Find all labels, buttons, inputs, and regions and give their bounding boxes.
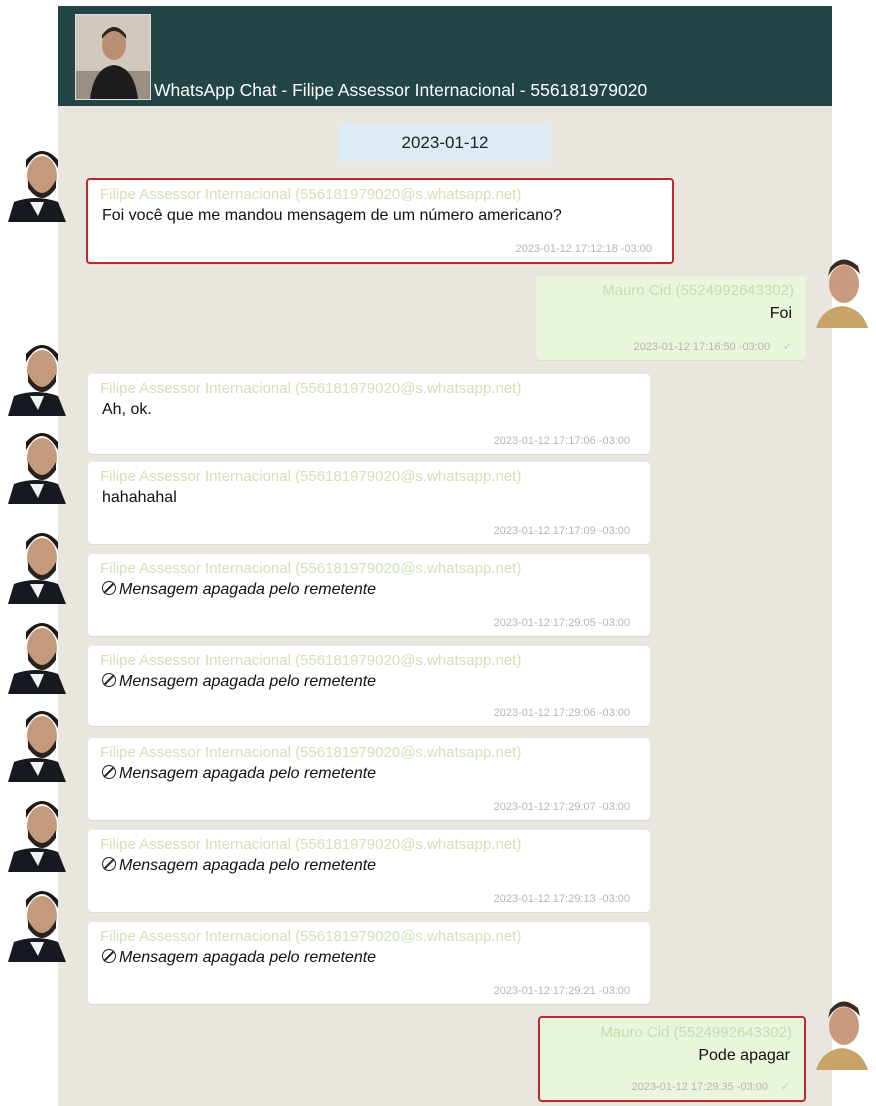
ban-icon	[102, 581, 116, 595]
message-timestamp: 2023-01-12 17:29:05 -03:00	[493, 617, 630, 629]
message-bubble[interactable]: Filipe Assessor Internacional (556181979…	[88, 922, 650, 1004]
sender-avatar	[8, 790, 66, 872]
message-timestamp: 2023-01-12 17:29:06 -03:00	[493, 707, 630, 719]
message-timestamp: 2023-01-12 17:17:06 -03:00	[493, 435, 630, 447]
message-timestamp: 2023-01-12 17:29:07 -03:00	[493, 801, 630, 813]
ban-icon	[102, 673, 116, 687]
message-timestamp: 2023-01-12 17:29:21 -03:00	[493, 985, 630, 997]
recipient-avatar	[812, 986, 872, 1070]
sender-name: Filipe Assessor Internacional (556181979…	[100, 468, 522, 485]
message-bubble[interactable]: Filipe Assessor Internacional (556181979…	[88, 374, 650, 454]
ban-icon	[102, 949, 116, 963]
sender-name: Filipe Assessor Internacional (556181979…	[100, 928, 522, 945]
message-bubble[interactable]: Filipe Assessor Internacional (556181979…	[88, 462, 650, 544]
sender-name: Filipe Assessor Internacional (556181979…	[100, 380, 522, 397]
date-separator: 2023-01-12	[339, 124, 551, 162]
deleted-message-text: Mensagem apagada pelo remetente	[102, 949, 376, 967]
message-timestamp: 2023-01-12 17:29:13 -03:00	[493, 893, 630, 905]
ban-icon	[102, 765, 116, 779]
message-timestamp: 2023-01-12 17:12:18 -03:00	[515, 243, 652, 255]
message-bubble[interactable]: Mauro Cid (5524992643302) Foi 2023-01-12…	[536, 276, 806, 360]
message-bubble[interactable]: Filipe Assessor Internacional (556181979…	[88, 646, 650, 726]
sender-name: Filipe Assessor Internacional (556181979…	[100, 560, 522, 577]
deleted-message-text: Mensagem apagada pelo remetente	[102, 581, 376, 599]
sender-avatar	[8, 522, 66, 604]
sender-name: Filipe Assessor Internacional (556181979…	[100, 652, 522, 669]
sender-avatar	[8, 140, 66, 222]
chat-title: WhatsApp Chat - Filipe Assessor Internac…	[154, 80, 648, 100]
sender-name: Mauro Cid (5524992643302)	[600, 1024, 792, 1041]
sender-avatar	[8, 880, 66, 962]
sender-avatar	[8, 700, 66, 782]
sender-avatar	[8, 612, 66, 694]
sender-name: Filipe Assessor Internacional (556181979…	[100, 744, 522, 761]
sender-name: Mauro Cid (5524992643302)	[602, 282, 794, 299]
check-icon: ✓	[782, 341, 792, 353]
message-text: Foi	[769, 305, 792, 322]
deleted-message-text: Mensagem apagada pelo remetente	[102, 857, 376, 875]
deleted-message-text: Mensagem apagada pelo remetente	[102, 765, 376, 783]
message-text: Pode apagar	[698, 1047, 790, 1064]
message-text: hahahahal	[102, 489, 177, 506]
message-bubble[interactable]: Mauro Cid (5524992643302) Pode apagar 20…	[538, 1016, 806, 1102]
sender-name: Filipe Assessor Internacional (556181979…	[100, 836, 522, 853]
message-text: Foi você que me mandou mensagem de um nú…	[102, 207, 562, 224]
sender-avatar	[8, 334, 66, 416]
recipient-avatar	[812, 244, 872, 328]
ban-icon	[102, 857, 116, 871]
sender-avatar	[8, 422, 66, 504]
sender-name: Filipe Assessor Internacional (556181979…	[100, 186, 522, 203]
message-bubble[interactable]: Filipe Assessor Internacional (556181979…	[88, 738, 650, 820]
check-icon: ✓	[780, 1081, 790, 1093]
chat-header: WhatsApp Chat - Filipe Assessor Internac…	[58, 6, 832, 106]
message-timestamp: 2023-01-12 17:29:35 -03:00	[631, 1081, 768, 1093]
message-timestamp: 2023-01-12 17:17:09 -03:00	[493, 525, 630, 537]
deleted-message-text: Mensagem apagada pelo remetente	[102, 673, 376, 691]
message-bubble[interactable]: Filipe Assessor Internacional (556181979…	[88, 830, 650, 912]
message-timestamp: 2023-01-12 17:16:50 -03:00	[633, 341, 770, 353]
message-bubble[interactable]: Filipe Assessor Internacional (556181979…	[88, 554, 650, 636]
contact-avatar[interactable]	[75, 14, 151, 100]
message-text: Ah, ok.	[102, 401, 152, 418]
chat-window: WhatsApp Chat - Filipe Assessor Internac…	[58, 6, 832, 1106]
message-bubble[interactable]: Filipe Assessor Internacional (556181979…	[86, 178, 674, 264]
